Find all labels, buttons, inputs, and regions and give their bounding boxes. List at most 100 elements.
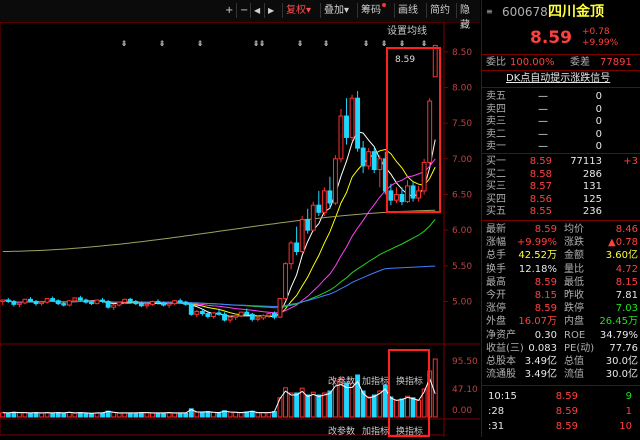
- volume-bar: [16, 412, 22, 418]
- adjust-button[interactable]: 复权▾: [282, 3, 314, 18]
- volume-bar: [371, 394, 377, 418]
- simple-button[interactable]: 简约: [426, 3, 453, 18]
- candle-body: [138, 303, 144, 307]
- stat-label: 均价: [564, 224, 584, 235]
- stat-label: 最新: [486, 224, 506, 235]
- volume-bar: [94, 412, 100, 418]
- order-label: 买四: [486, 193, 506, 205]
- price-tick-label: 7.50: [452, 119, 472, 129]
- stat-label: 金额: [564, 250, 584, 262]
- candle-body: [366, 151, 372, 167]
- stat-value: 0.30: [534, 329, 557, 341]
- volume-bar: [255, 412, 261, 418]
- volume-bar: [50, 412, 56, 418]
- candle-body: [310, 204, 316, 231]
- candle-body: [172, 300, 178, 305]
- candle-body: [22, 298, 28, 304]
- volume-bar: [72, 412, 78, 418]
- volume-bar: [294, 392, 300, 418]
- order-volume: 286: [582, 168, 602, 180]
- volume-tick-label: 47.10: [452, 385, 478, 395]
- volume-bar: [39, 412, 45, 418]
- next-button[interactable]: ▶: [264, 3, 277, 18]
- ma-line-20: [2, 158, 436, 314]
- volume-bar: [122, 412, 128, 418]
- event-marker-icon: ⇟: [399, 39, 406, 48]
- vol-switch-indicator-button[interactable]: 换指标: [396, 375, 423, 387]
- order-price: —: [538, 91, 548, 102]
- order-volume: 0: [595, 103, 602, 115]
- settings-ma-label[interactable]: 设置均线: [387, 24, 427, 37]
- chips-label: 筹码: [361, 5, 381, 16]
- candle-body: [222, 313, 227, 321]
- notification-dot-icon: [382, 3, 386, 7]
- stat-value: 34.79%: [599, 329, 638, 341]
- sub-change-param-button[interactable]: 改参数: [328, 425, 355, 437]
- stat-row: 换手 12.18% 量比 4.72: [482, 264, 640, 276]
- candle-body: [39, 301, 45, 305]
- ma-line-40: [2, 218, 436, 309]
- stat-row: 最新 8.59 均价 8.46: [482, 224, 640, 236]
- ma-line-10: [2, 148, 436, 317]
- vol-add-indicator-button[interactable]: 加指标: [362, 375, 389, 387]
- stat-row: 总股本 3.49亿 总值 30.0亿: [482, 356, 640, 368]
- order-label: 卖三: [486, 116, 506, 127]
- price-tick-label: 6.00: [452, 226, 472, 236]
- order-price: 8.56: [529, 193, 552, 205]
- sub-switch-indicator-button[interactable]: 换指标: [396, 425, 423, 437]
- candle-body: [410, 185, 416, 199]
- volume-bar: [0, 412, 6, 418]
- candle-body: [199, 310, 205, 315]
- candle-body: [133, 300, 139, 305]
- hide-button[interactable]: 隐藏: [456, 3, 480, 31]
- order-price: 8.59: [529, 156, 552, 167]
- signal-link[interactable]: DK点自动提示涨跌信号: [506, 73, 610, 85]
- stat-value: 8.46: [615, 224, 638, 235]
- divider: [482, 70, 640, 71]
- volume-bar: [410, 397, 416, 418]
- order-price: 8.55: [529, 206, 552, 217]
- candle-body: [421, 161, 427, 192]
- volume-bar: [288, 392, 294, 418]
- event-marker-icon: ⇟: [259, 39, 266, 48]
- volume-bar: [166, 412, 172, 418]
- volume-bar: [55, 412, 61, 418]
- sub-add-indicator-button[interactable]: 加指标: [362, 425, 389, 437]
- stat-row: 总手 42.52万 金额 3.60亿: [482, 250, 640, 262]
- order-price: 8.58: [529, 168, 552, 180]
- quote-panel: ≡ 600678 四川金顶 8.59 +0.78 +9.99% 委比 100.0…: [481, 0, 640, 437]
- candle-body: [233, 315, 239, 318]
- stock-code: 600678: [502, 5, 548, 19]
- candle-body: [332, 158, 338, 204]
- volume-bar: [133, 412, 139, 418]
- divider: [482, 87, 640, 88]
- volume-bar: [177, 412, 183, 418]
- draw-line-button[interactable]: 画线: [394, 3, 421, 18]
- order-volume: 77113: [570, 156, 602, 167]
- price-tick-label: 8.50: [452, 48, 472, 58]
- candle-body: [360, 147, 366, 167]
- candle-body: [316, 204, 322, 213]
- order-volume: 0: [595, 91, 602, 102]
- signal-link-row[interactable]: DK点自动提示涨跌信号: [482, 73, 640, 85]
- stat-row: 净资产 0.30 ROE 34.79%: [482, 330, 640, 342]
- divider: [482, 153, 640, 154]
- candle-body: [272, 313, 277, 318]
- prev-button[interactable]: ◀: [250, 3, 263, 18]
- zoom-in-button[interactable]: +: [222, 3, 236, 18]
- menu-icon[interactable]: ≡: [486, 6, 493, 18]
- volume-bar: [89, 413, 94, 418]
- order-price: —: [538, 103, 548, 115]
- stat-label: 涨跌: [564, 237, 584, 249]
- vol-change-param-button[interactable]: 改参数: [328, 375, 355, 387]
- kline-chart[interactable]: ⇟ ⇟ ⇟ ⇟ ⇟ ⇟ ⇟ ⇟ ⇟ ⇟ ⇟ 8.508.007.507.006.506.005.50…: [0, 21, 480, 437]
- stat-label: 跌停: [564, 303, 584, 315]
- candle-body: [393, 193, 399, 201]
- tick-price: 8.59: [555, 421, 578, 432]
- event-marker-icon: ⇟: [197, 39, 204, 48]
- candle-body: [355, 97, 361, 149]
- chips-button[interactable]: 筹码: [357, 3, 389, 18]
- overlay-button[interactable]: 叠加▾: [320, 3, 352, 18]
- candle-body: [105, 300, 111, 308]
- candle-body: [305, 218, 311, 231]
